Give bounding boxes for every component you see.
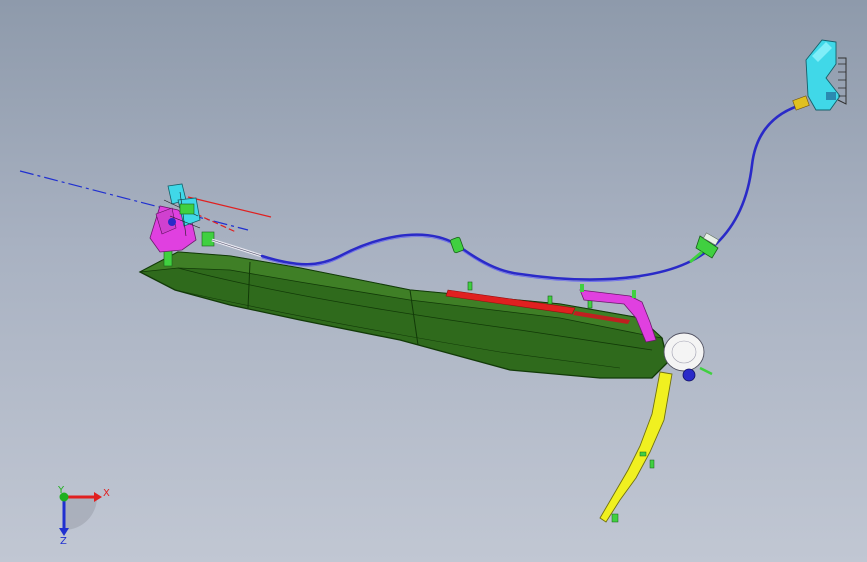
cad-viewport[interactable]: X Y Z [0, 0, 867, 562]
reference-lines [187, 196, 272, 233]
z-axis-label: Z [60, 536, 67, 547]
cable-end-bracket[interactable] [792, 39, 847, 111]
centerline [19, 170, 249, 231]
x-axis-label: X [103, 488, 110, 499]
coordinate-triad-icon: X Y Z [57, 485, 110, 547]
cable-grommet-right[interactable] [689, 232, 719, 264]
cable-grommet-left[interactable] [450, 236, 464, 254]
bowden-cable[interactable] [260, 102, 806, 282]
end-roller[interactable] [663, 332, 713, 376]
y-axis-label: Y [57, 485, 65, 496]
assembly-scene[interactable]: X Y Z [0, 0, 867, 562]
actuation-rod-outline [211, 239, 263, 257]
yellow-support-arm[interactable] [599, 368, 696, 523]
latch-mechanism[interactable] [149, 183, 201, 253]
